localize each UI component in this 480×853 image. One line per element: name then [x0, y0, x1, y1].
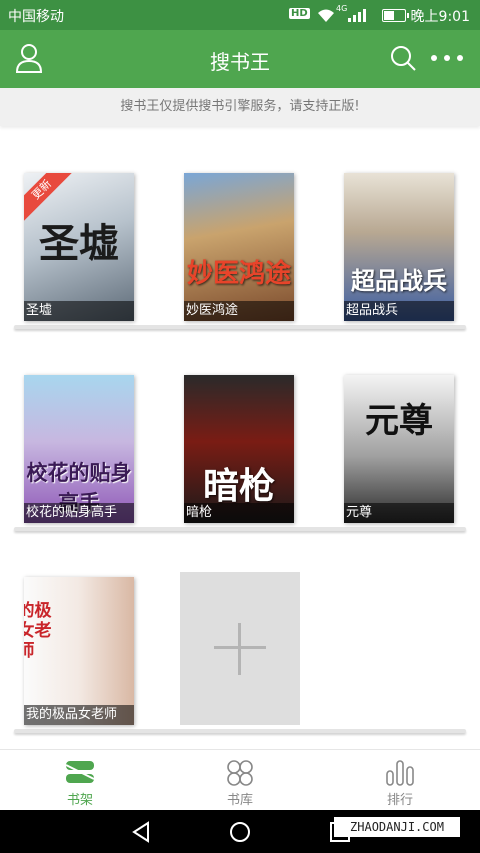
- tab-ranking[interactable]: 排行: [320, 750, 480, 811]
- back-icon[interactable]: [130, 821, 152, 843]
- carrier-name: 中国移动: [8, 9, 64, 25]
- book-title: 暗枪: [184, 503, 294, 523]
- bottom-tab-bar: 书架 书库 排行: [0, 749, 480, 810]
- hd-icon: HD: [289, 8, 310, 19]
- bookshelf-icon: [65, 761, 95, 783]
- tab-label: 书库: [226, 793, 253, 808]
- book-item[interactable]: 校花的贴身高手 校花的贴身高手: [24, 375, 134, 523]
- add-book-button[interactable]: [180, 572, 300, 725]
- clock: 晚上9:01: [410, 9, 470, 25]
- home-icon[interactable]: [229, 821, 251, 843]
- tab-bookshelf[interactable]: 书架: [0, 750, 160, 811]
- book-item[interactable]: 超品战兵 超品战兵: [344, 173, 454, 321]
- book-item[interactable]: 元尊 元尊: [344, 375, 454, 523]
- book-title: 妙医鸿途: [184, 301, 294, 321]
- more-icon[interactable]: [430, 50, 464, 66]
- book-title: 圣墟: [24, 301, 134, 321]
- shelf-divider: [14, 527, 466, 531]
- status-bar: 中国移动 HD 4G 晚上9:01: [0, 0, 480, 30]
- tab-label: 书架: [66, 793, 93, 808]
- cover-title: 超品战兵: [351, 266, 447, 295]
- ranking-icon: [386, 760, 414, 786]
- shelf-divider: [14, 729, 466, 733]
- book-title: 我的极品女老师: [24, 705, 134, 725]
- cover-title: 元尊: [365, 401, 433, 441]
- book-item[interactable]: 圣墟 更新 圣墟: [24, 173, 134, 321]
- book-title: 元尊: [344, 503, 454, 523]
- battery-icon: [382, 9, 409, 22]
- wifi-icon: [318, 9, 334, 22]
- cover-title: 妙医鸿途: [186, 259, 291, 289]
- shelf-divider: [14, 325, 466, 329]
- disclaimer-notice: 搜书王仅提供搜书引擎服务，请支持正版!: [0, 88, 480, 126]
- book-title: 校花的贴身高手: [24, 503, 134, 523]
- search-icon[interactable]: [389, 44, 417, 72]
- book-item[interactable]: 妙医鸿途 妙医鸿途: [184, 173, 294, 321]
- plus-icon: [238, 623, 241, 675]
- cover-title: 我的极品女老师: [24, 601, 52, 661]
- library-icon: [227, 760, 253, 786]
- watermark: ZHAODANJI.COM: [334, 817, 460, 837]
- book-item[interactable]: 我的极品女老师 我的极品女老师: [24, 577, 134, 725]
- tab-library[interactable]: 书库: [160, 750, 320, 811]
- tab-label: 排行: [386, 793, 413, 808]
- book-item[interactable]: 暗枪 暗枪: [184, 375, 294, 523]
- cover-title: 圣墟: [39, 220, 119, 267]
- network-type: 4G: [336, 4, 348, 13]
- app-bar: 搜书王: [0, 30, 480, 88]
- book-title: 超品战兵: [344, 301, 454, 321]
- cover-title: 暗枪: [202, 465, 275, 507]
